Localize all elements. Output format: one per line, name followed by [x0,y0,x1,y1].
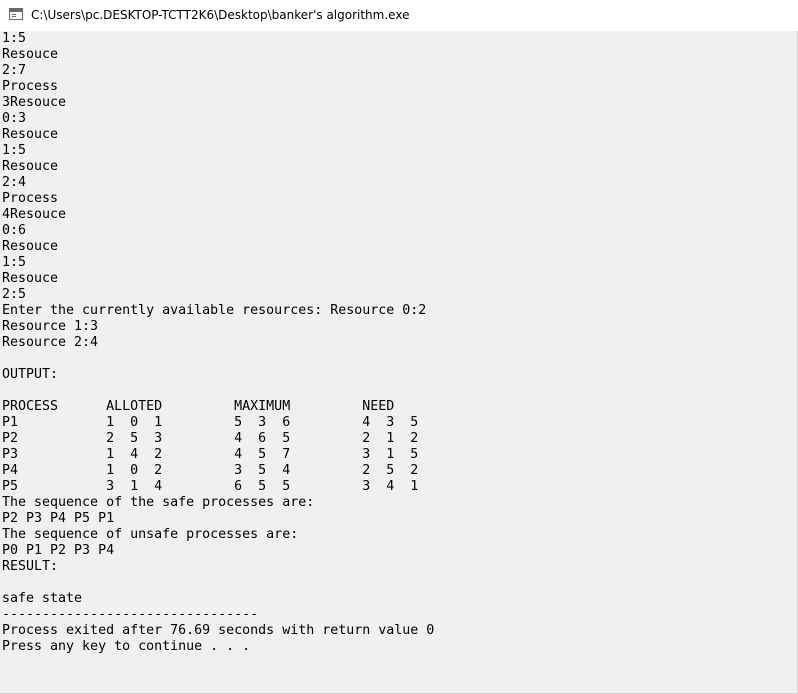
console-line: RESULT: [2,559,59,574]
console-line: Resouce [2,127,59,142]
console-line: Resource 2:4 [2,335,99,350]
console-line: P5 3 1 4 6 5 5 3 4 1 [2,479,419,494]
console-line: 0:3 [2,111,27,126]
console-line: Process [2,191,59,206]
console-line: P0 P1 P2 P3 P4 [2,543,115,558]
console-line: 0:6 [2,223,27,238]
console-line: Resouce [2,159,59,174]
console-line: The sequence of the safe processes are: [2,495,315,510]
console-line: Resouce [2,271,59,286]
console-line: Press any key to continue . . . [2,639,251,654]
console-line: safe state [2,591,83,606]
console-line: 2:7 [2,63,27,78]
console-line: 4Resouce [2,207,67,222]
console-line: P3 1 4 2 4 5 7 3 1 5 [2,447,419,462]
console-line: Enter the currently available resources:… [2,303,427,318]
title-bar[interactable]: C:\Users\pc.DESKTOP-TCTT2K6\Desktop\bank… [0,0,798,31]
console-line: 1:5 [2,255,27,270]
console-line: 3Resouce [2,95,67,110]
console-line: Process [2,79,59,94]
console-line: P1 1 0 1 5 3 6 4 3 5 [2,415,419,430]
console-output[interactable]: 1:5 Resouce 2:7 Process 3Resouce 0:3 Resouce 1:… [2,31,796,693]
console-line: Resource 1:3 [2,319,99,334]
console-line: Process exited after 76.69 seconds with … [2,623,435,638]
console-window: C:\Users\pc.DESKTOP-TCTT2K6\Desktop\bank… [0,0,798,694]
window-title: C:\Users\pc.DESKTOP-TCTT2K6\Desktop\bank… [31,8,410,22]
console-line: PROCESS ALLOTED MAXIMUM NEED [2,399,395,414]
console-line: 1:5 [2,143,27,158]
console-line: 1:5 [2,31,27,46]
console-line: Resouce [2,47,59,62]
console-line: OUTPUT: [2,367,59,382]
console-line: P2 P3 P4 P5 P1 [2,511,115,526]
console-app-icon[interactable] [9,8,23,20]
console-line: 2:5 [2,287,27,302]
console-line: The sequence of unsafe processes are: [2,527,299,542]
console-line: -------------------------------- [2,607,259,622]
console-line: 2:4 [2,175,27,190]
console-line: P2 2 5 3 4 6 5 2 1 2 [2,431,419,446]
console-line: P4 1 0 2 3 5 4 2 5 2 [2,463,419,478]
console-line: Resouce [2,239,59,254]
